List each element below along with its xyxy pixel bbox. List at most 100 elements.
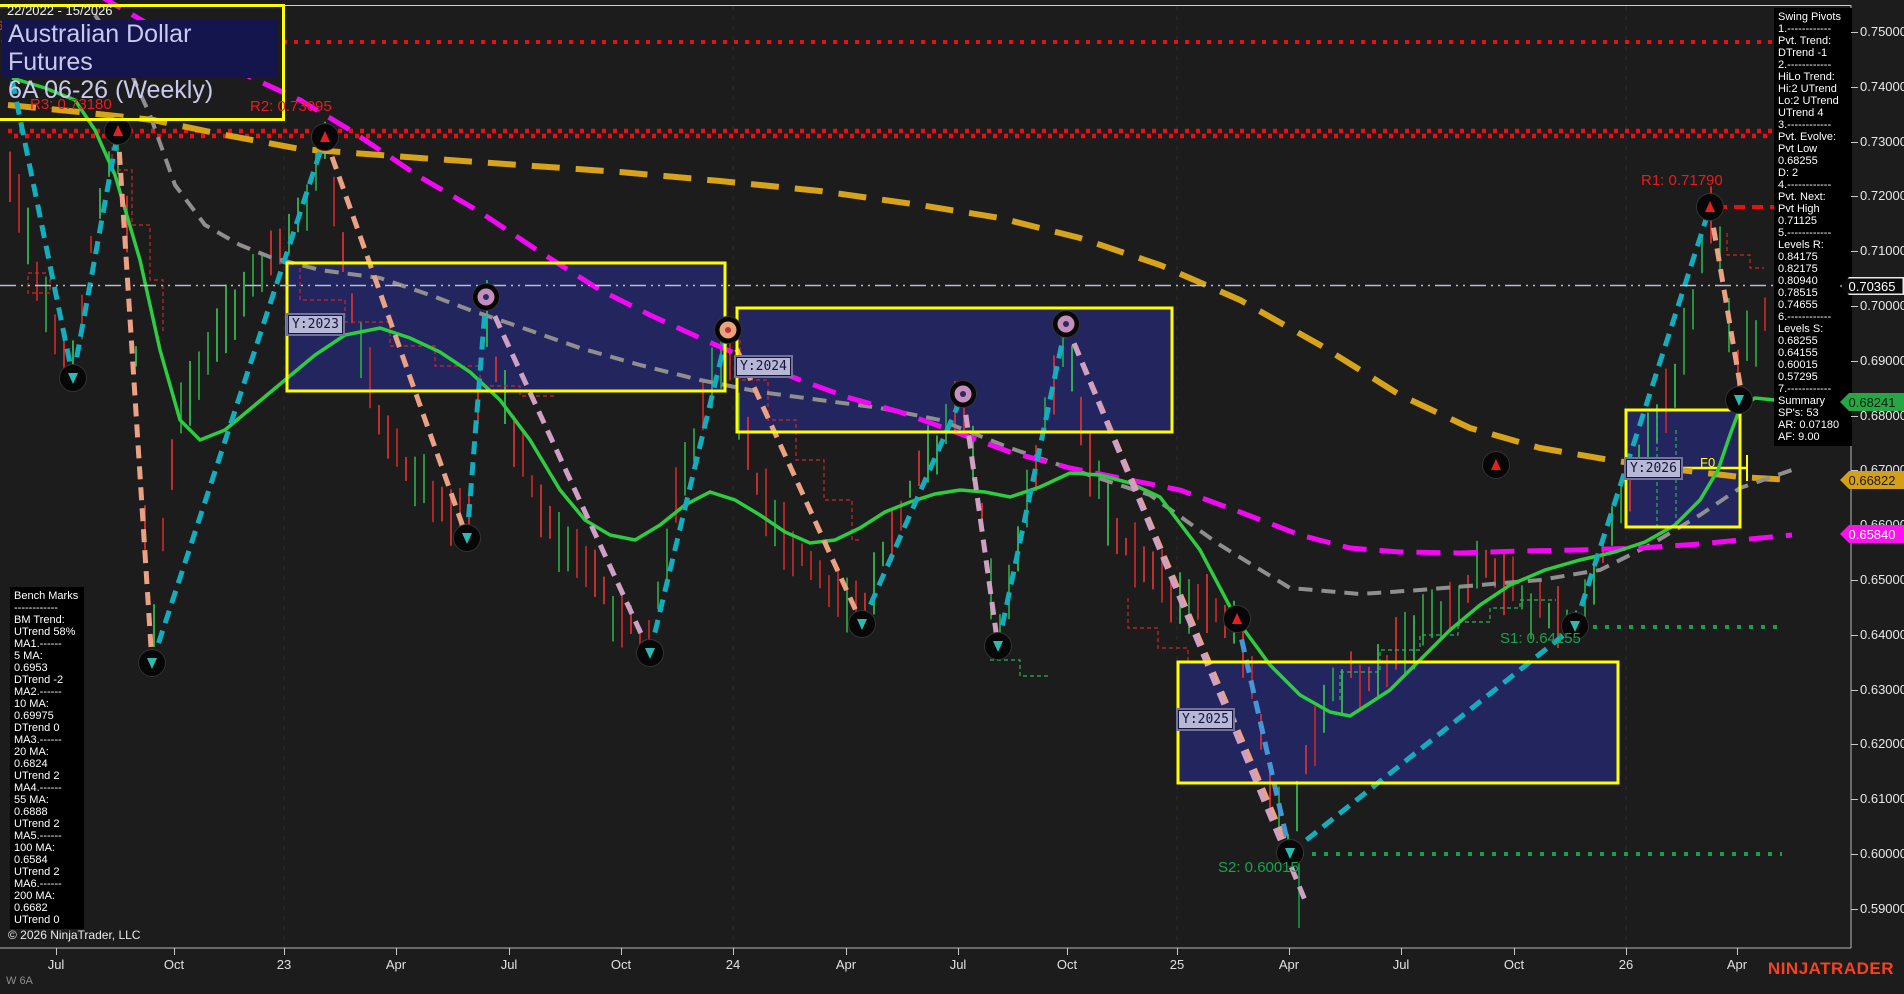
panel-line: 0.71125 [1778,215,1817,227]
panel-line: UTrend 2 [14,818,60,830]
panel-line: Hi:2 UTrend [1778,83,1837,95]
panel-line: 0.6682 [14,902,48,914]
panel-line: ------------ [14,602,58,614]
price-tick-label: 0.73000 [1860,134,1904,149]
price-marker: 0.68241 [1840,393,1904,411]
r1-level-label: R1: 0.71790 [1641,172,1723,189]
pivot-high [104,117,132,145]
pivot-high [1696,193,1724,221]
panel-line: UTrend 2 [14,770,60,782]
time-tick [396,948,397,955]
price-tick-label: 0.70000 [1860,298,1904,313]
chart-surface[interactable] [0,0,1904,994]
pivot-low [1725,386,1753,414]
time-tick [1626,948,1627,955]
price-tick [1851,744,1858,745]
price-tick-label: 0.69000 [1860,353,1904,368]
price-marker: 0.66822 [1840,471,1904,489]
time-tick [1289,948,1290,955]
green-step-trails [990,412,1677,700]
pivot-low [138,649,166,677]
panel-line: Swing Pivots [1778,11,1841,23]
price-tick [1851,854,1858,855]
panel-line: UTrend 0 [14,914,60,926]
date-range-label: 22/2022 - 15/2026 [7,3,113,18]
panel-line: MA5.------ [14,830,62,842]
year-chip-2025[interactable]: Y:2025 [1176,708,1235,731]
panel-line: SP's: 53 [1778,407,1819,419]
time-tick [846,948,847,955]
pivot-low [636,639,664,667]
price-tick-label: 0.74000 [1860,79,1904,94]
panel-line: 0.82175 [1778,263,1818,275]
panel-line: UTrend 58% [14,626,76,638]
panel-line: MA1.------ [14,638,62,650]
price-tick [1851,87,1858,88]
panel-line: 55 MA: [14,794,49,806]
year-chip-2026[interactable]: Y:2026 [1624,457,1683,480]
pivot-high [1223,605,1251,633]
time-tick-label: Apr [1726,957,1748,972]
time-tick-label: Apr [835,957,857,972]
panel-line: Summary [1778,395,1826,407]
time-tick-label: 25 [1169,957,1185,972]
panel-line: Levels R: [1778,239,1824,251]
panel-line: 3.------------ [1778,119,1832,131]
time-tick [733,948,734,955]
panel-line: 7.------------ [1778,383,1832,395]
r2-level-label: R2: 0.73095 [250,98,332,115]
year-chip-2023[interactable]: Y:2023 [286,313,345,336]
panel-line: 0.68255 [1778,335,1818,347]
panel-line: 0.74655 [1778,299,1818,311]
instrument-tag: W 6A [6,975,33,987]
time-tick-label: 24 [725,957,741,972]
panel-line: 0.64155 [1778,347,1818,359]
panel-line: Levels S: [1778,323,1824,335]
panel-line: 2.------------ [1778,59,1832,71]
panel-line: 0.6953 [14,662,48,674]
pivot-low [848,610,876,638]
time-tick-label: Jul [1392,957,1410,972]
time-tick [509,948,510,955]
price-tick [1851,580,1858,581]
panel-line: 0.6888 [14,806,48,818]
time-tick [1737,948,1738,955]
time-tick [1514,948,1515,955]
price-tick-label: 0.59000 [1860,901,1904,916]
price-tick [1851,909,1858,910]
time-tick-label: Jul [949,957,967,972]
panel-line: DTrend 0 [14,722,60,734]
swing-pivots-panel: Swing Pivots 1.------------ Pvt. Trend: DTr… [1774,8,1852,446]
panel-line: 0.84175 [1778,251,1818,263]
pivot-high [311,123,339,151]
price-tick [1851,635,1858,636]
time-tick [1401,948,1402,955]
year-chip-2024[interactable]: Y:2024 [734,355,793,378]
time-tick-label: Oct [610,957,632,972]
time-tick-label: Apr [1278,957,1300,972]
price-tick [1851,251,1858,252]
pivot-low [453,524,481,552]
time-tick [1067,948,1068,955]
pivot-purple [472,283,500,311]
panel-line: MA2.------ [14,686,62,698]
time-tick-label: 23 [276,957,292,972]
price-marker: 0.70365 [1840,277,1904,295]
panel-line: Pvt. Evolve: [1778,131,1837,143]
panel-line: MA3.------ [14,734,62,746]
chart-window[interactable]: 65 22/2022 - 15/2026 Australian Dollar F… [0,0,1904,994]
time-tick [174,948,175,955]
panel-line: 1.------------ [1778,23,1832,35]
year-gridlines [283,6,1627,948]
panel-line: Lo:2 UTrend [1778,95,1839,107]
panel-line: Bench Marks [14,590,79,602]
panel-line: DTrend -1 [1778,47,1828,59]
price-tick [1851,690,1858,691]
price-tick [1851,142,1858,143]
pivot-purple [1052,310,1080,338]
panel-line: DTrend -2 [14,674,64,686]
panel-line: 0.57295 [1778,371,1818,383]
time-tick-label: Oct [1503,957,1525,972]
price-tick [1851,799,1858,800]
price-tick-label: 0.60000 [1860,846,1904,861]
